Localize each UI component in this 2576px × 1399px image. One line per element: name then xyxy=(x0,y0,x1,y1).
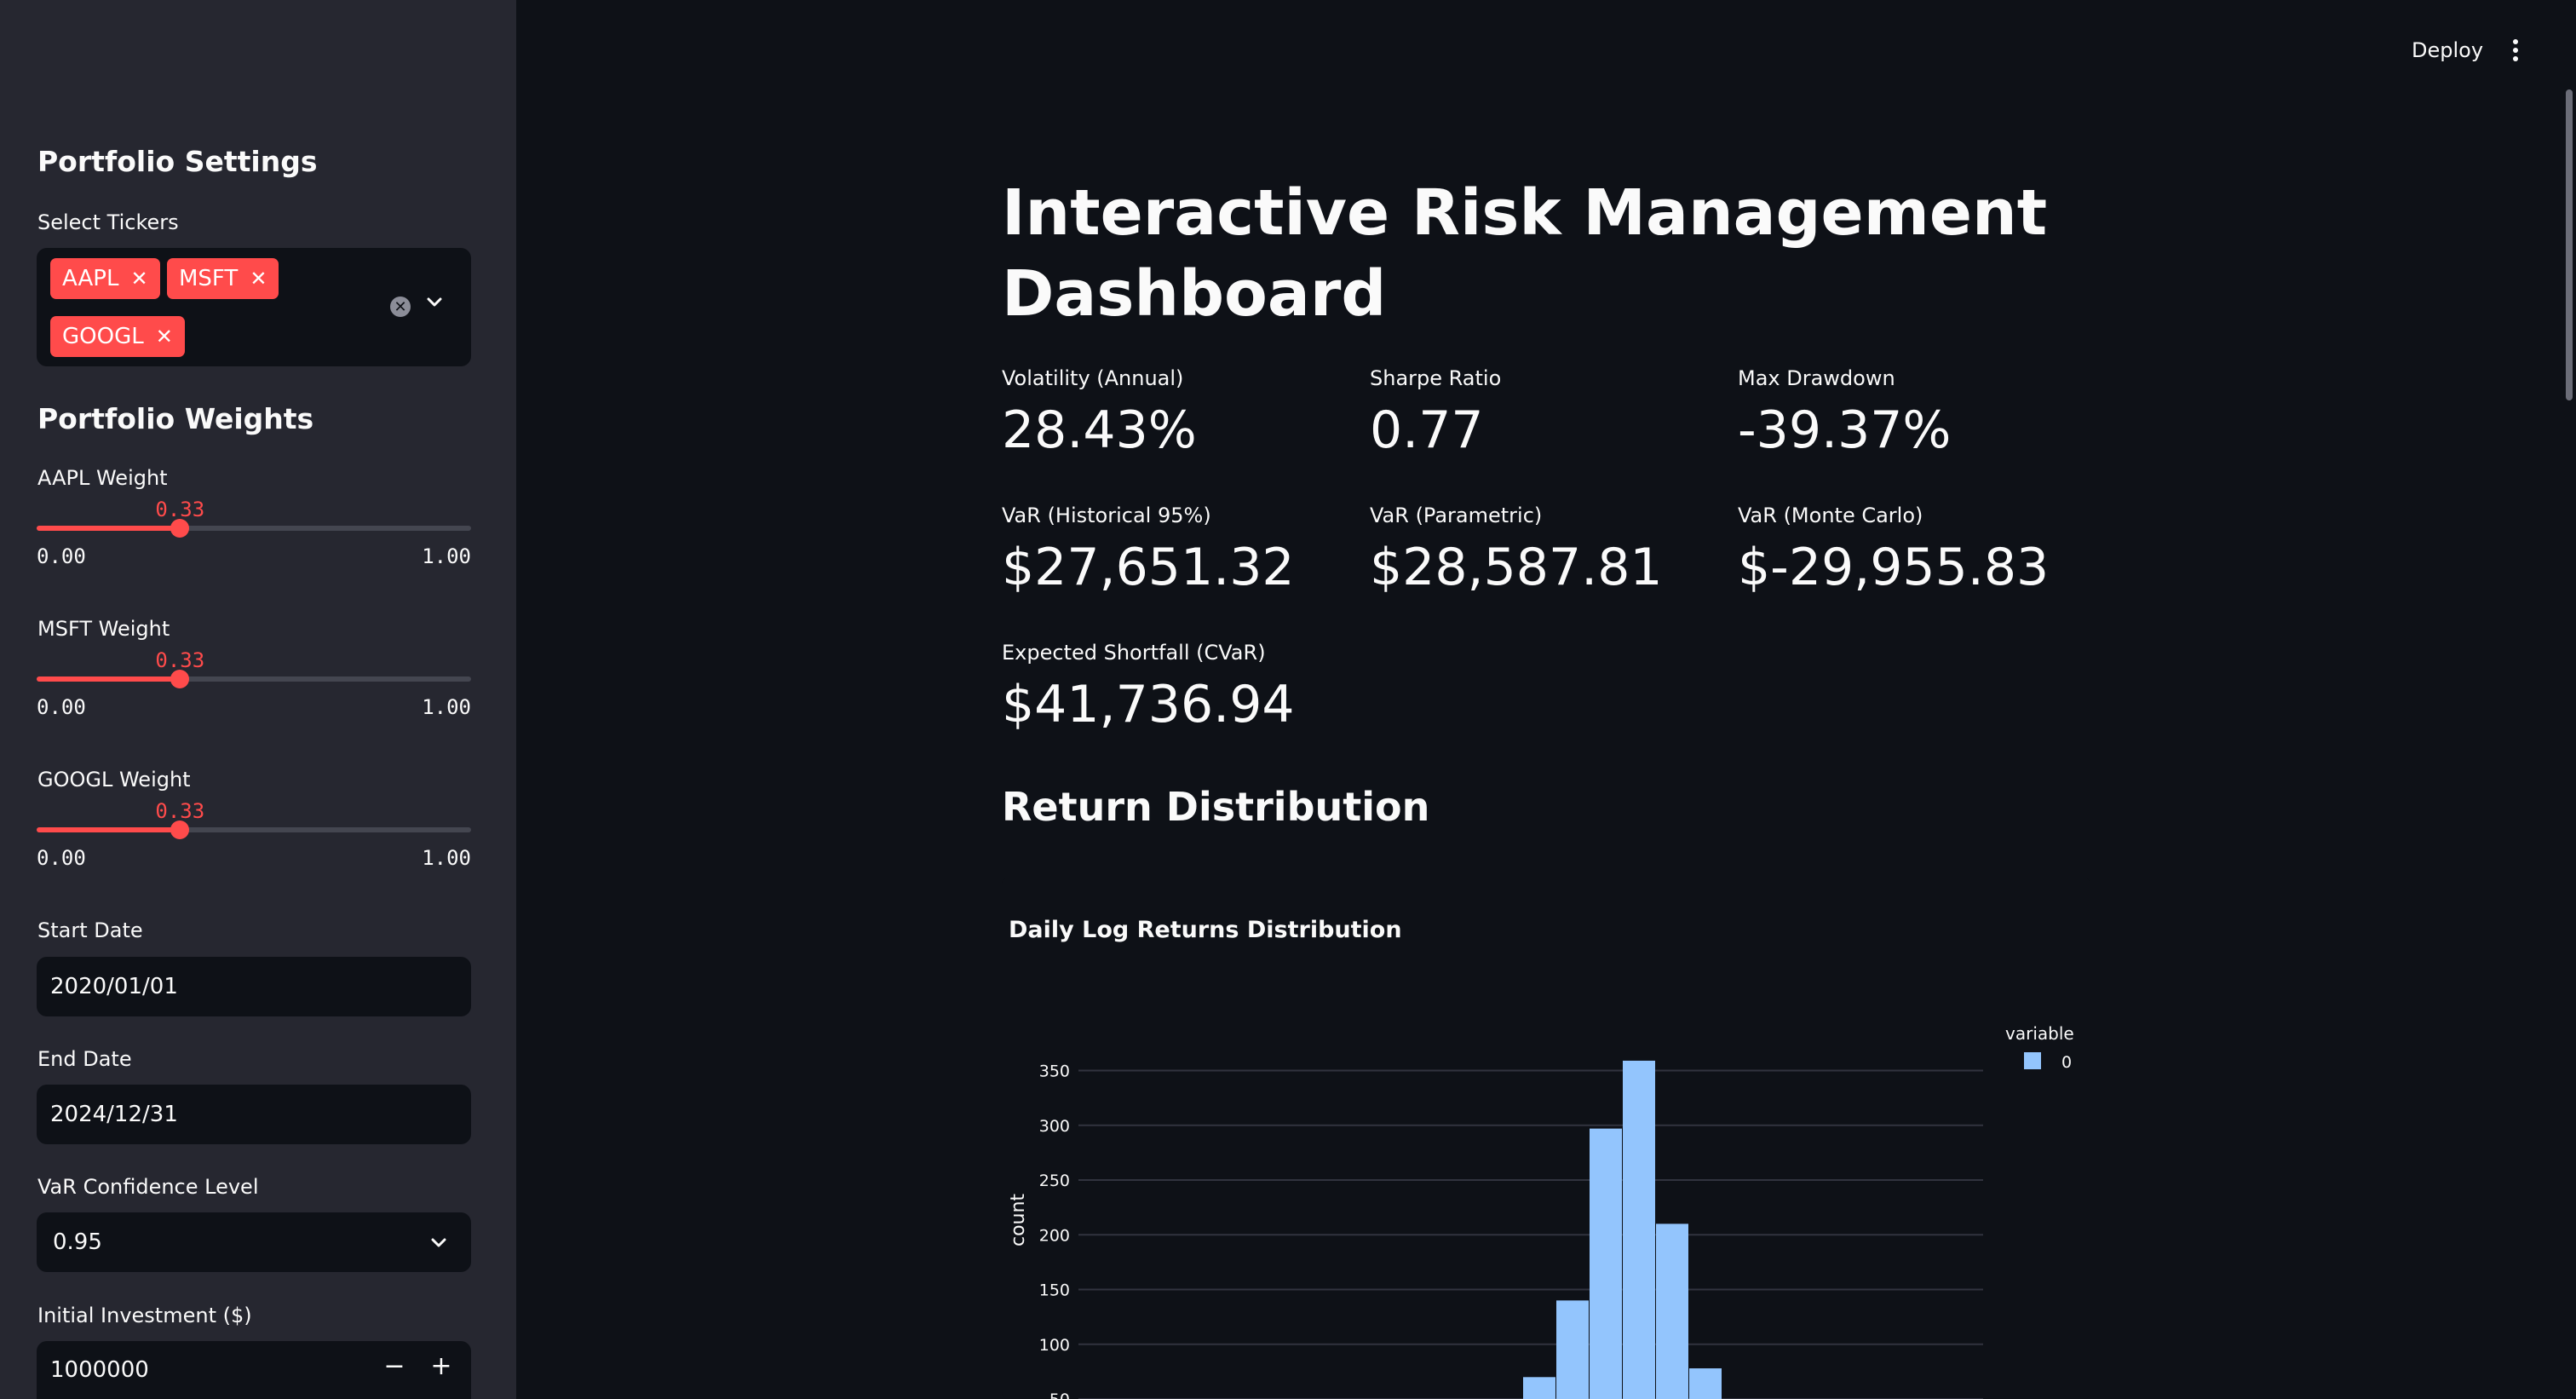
slider-fill xyxy=(37,676,181,682)
page-title-line1: Interactive Risk Management xyxy=(1002,176,2048,250)
slider-thumb[interactable] xyxy=(170,519,190,538)
slider-value: 0.33 xyxy=(155,799,205,823)
metric-label: VaR (Monte Carlo) xyxy=(1738,504,1923,527)
weights-title: Portfolio Weights xyxy=(37,402,314,435)
increment-button[interactable]: + xyxy=(424,1351,458,1381)
slider-thumb[interactable] xyxy=(170,670,190,688)
ticker-chip-label: MSFT xyxy=(179,266,239,291)
metric-label: VaR (Parametric) xyxy=(1370,504,1543,527)
slider-min: 0.00 xyxy=(37,846,86,870)
histogram-chart[interactable]: Daily Log Returns Distribution 50 100 150 20… xyxy=(1002,878,2090,1399)
histogram-bar xyxy=(1656,1223,1688,1399)
remove-chip-icon[interactable]: ✕ xyxy=(156,326,173,347)
slider-label: GOOGL Weight xyxy=(37,768,191,792)
clear-all-icon[interactable]: ✕ xyxy=(390,296,411,317)
confidence-label: VaR Confidence Level xyxy=(37,1175,259,1199)
confidence-select[interactable]: 0.95 xyxy=(37,1212,471,1272)
ticker-chip-msft[interactable]: MSFT ✕ xyxy=(167,258,279,299)
y-tick-label: 100 xyxy=(1039,1336,1070,1355)
main-menu-icon[interactable] xyxy=(2510,39,2521,65)
histogram-bar xyxy=(1556,1300,1589,1399)
histogram-bar xyxy=(1689,1368,1722,1399)
top-header xyxy=(516,0,2576,102)
slider-label: AAPL Weight xyxy=(37,466,168,490)
page-scrollbar[interactable] xyxy=(2566,89,2573,400)
investment-label: Initial Investment ($) xyxy=(37,1304,252,1327)
y-tick-label: 200 xyxy=(1039,1226,1070,1245)
metric-value: $-29,955.83 xyxy=(1738,538,2050,597)
metric-value: -39.37% xyxy=(1738,400,1952,460)
legend-swatch xyxy=(2024,1052,2041,1069)
metric-value: 28.43% xyxy=(1002,400,1197,460)
start-date-value: 2020/01/01 xyxy=(50,974,178,999)
investment-input[interactable]: 1000000 − + xyxy=(37,1341,471,1399)
ticker-multiselect[interactable]: AAPL ✕ MSFT ✕ GOOGL ✕ ✕ xyxy=(37,248,471,366)
histogram-bar xyxy=(1590,1128,1622,1399)
y-tick-label: 150 xyxy=(1039,1281,1070,1300)
slider-max: 1.00 xyxy=(422,846,471,870)
y-tick-label: 350 xyxy=(1039,1062,1070,1081)
page-title-line2: Dashboard xyxy=(1002,257,1387,331)
legend-item-label: 0 xyxy=(2061,1053,2072,1072)
slider-min: 0.00 xyxy=(37,695,86,719)
y-axis-label: count xyxy=(1008,1194,1029,1246)
confidence-value: 0.95 xyxy=(53,1229,102,1255)
slider-value: 0.33 xyxy=(155,648,205,672)
metric-value: $28,587.81 xyxy=(1370,538,1663,597)
tickers-label: Select Tickers xyxy=(37,210,179,234)
y-tick-label: 300 xyxy=(1039,1117,1070,1136)
slider-fill xyxy=(37,526,181,531)
slider-max: 1.00 xyxy=(422,544,471,568)
chevron-down-icon[interactable] xyxy=(424,292,445,313)
end-date-input[interactable]: 2024/12/31 xyxy=(37,1085,471,1144)
chart-title: Daily Log Returns Distribution xyxy=(1009,917,1402,943)
legend-title: variable xyxy=(2005,1023,2074,1044)
metric-label: Expected Shortfall (CVaR) xyxy=(1002,641,1266,665)
y-tick-label: 250 xyxy=(1039,1172,1070,1190)
metric-label: Max Drawdown xyxy=(1738,366,1895,390)
histogram-bar xyxy=(1623,1060,1655,1399)
weight-slider-msft[interactable]: 0.33 0.00 1.00 xyxy=(37,648,471,742)
remove-chip-icon[interactable]: ✕ xyxy=(250,268,267,289)
section-title: Return Distribution xyxy=(1002,784,1430,830)
decrement-button[interactable]: − xyxy=(377,1351,411,1381)
metric-label: Volatility (Annual) xyxy=(1002,366,1184,390)
slider-label: MSFT Weight xyxy=(37,617,170,641)
ticker-chip-aapl[interactable]: AAPL ✕ xyxy=(50,258,160,299)
page-title: Interactive Risk Management Dashboard xyxy=(1002,173,2109,335)
slider-value: 0.33 xyxy=(155,498,205,521)
ticker-chip-label: AAPL xyxy=(62,266,119,291)
investment-value: 1000000 xyxy=(50,1357,149,1383)
remove-chip-icon[interactable]: ✕ xyxy=(130,268,147,289)
deploy-button[interactable]: Deploy xyxy=(2412,38,2483,62)
start-date-label: Start Date xyxy=(37,918,143,942)
end-date-label: End Date xyxy=(37,1047,132,1071)
metric-value: 0.77 xyxy=(1370,400,1484,460)
slider-max: 1.00 xyxy=(422,695,471,719)
ticker-chip-label: GOOGL xyxy=(62,324,144,349)
metric-label: VaR (Historical 95%) xyxy=(1002,504,1211,527)
ticker-chip-googl[interactable]: GOOGL ✕ xyxy=(50,316,185,357)
slider-thumb[interactable] xyxy=(170,820,190,839)
slider-min: 0.00 xyxy=(37,544,86,568)
sidebar: Portfolio Settings Select Tickers AAPL ✕… xyxy=(0,0,516,1399)
metric-value: $27,651.32 xyxy=(1002,538,1295,597)
sidebar-title: Portfolio Settings xyxy=(37,145,318,178)
app-root: Portfolio Settings Select Tickers AAPL ✕… xyxy=(0,0,2576,1399)
metric-value: $41,736.94 xyxy=(1002,675,1295,734)
weight-slider-aapl[interactable]: 0.33 0.00 1.00 xyxy=(37,498,471,591)
end-date-value: 2024/12/31 xyxy=(50,1102,178,1127)
weight-slider-googl[interactable]: 0.33 0.00 1.00 xyxy=(37,799,471,893)
slider-fill xyxy=(37,827,181,832)
metric-label: Sharpe Ratio xyxy=(1370,366,1502,390)
y-tick-label: 50 xyxy=(1049,1390,1070,1399)
start-date-input[interactable]: 2020/01/01 xyxy=(37,957,471,1016)
histogram-bar xyxy=(1523,1377,1555,1399)
chevron-down-icon xyxy=(431,1238,446,1247)
